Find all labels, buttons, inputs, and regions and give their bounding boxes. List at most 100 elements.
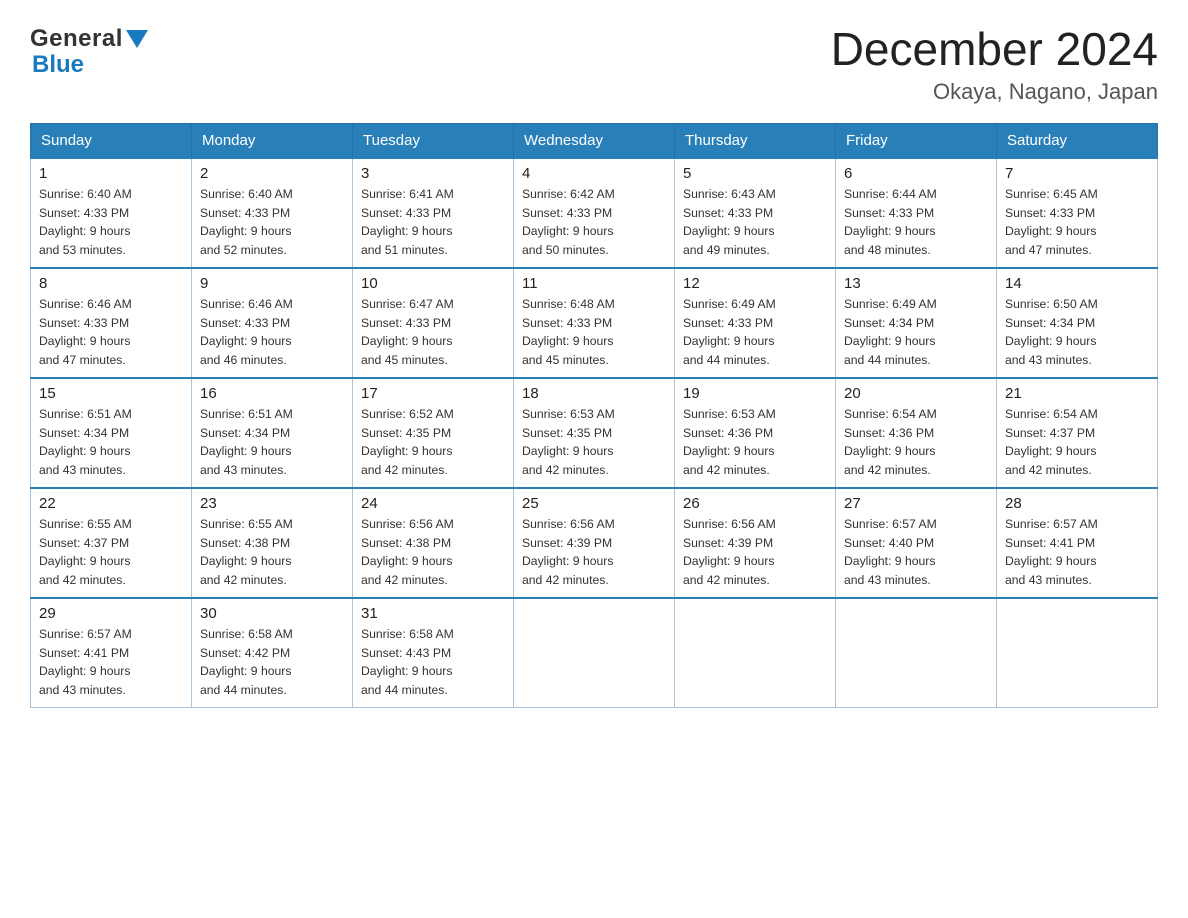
day-number: 12: [683, 275, 827, 292]
calendar-subtitle: Okaya, Nagano, Japan: [831, 79, 1158, 105]
table-row: 28Sunrise: 6:57 AMSunset: 4:41 PMDayligh…: [997, 488, 1158, 598]
day-info: Sunrise: 6:47 AMSunset: 4:33 PMDaylight:…: [361, 295, 505, 371]
day-number: 26: [683, 495, 827, 512]
day-info: Sunrise: 6:42 AMSunset: 4:33 PMDaylight:…: [522, 185, 666, 261]
day-info: Sunrise: 6:58 AMSunset: 4:43 PMDaylight:…: [361, 625, 505, 701]
day-info: Sunrise: 6:51 AMSunset: 4:34 PMDaylight:…: [200, 405, 344, 481]
calendar-body: 1 Sunrise: 6:40 AMSunset: 4:33 PMDaylight…: [31, 158, 1158, 708]
day-number: 3: [361, 165, 505, 182]
table-row: 2 Sunrise: 6:40 AMSunset: 4:33 PMDaylight…: [192, 158, 353, 268]
day-info: Sunrise: 6:46 AMSunset: 4:33 PMDaylight:…: [39, 295, 183, 371]
day-info: Sunrise: 6:51 AMSunset: 4:34 PMDaylight:…: [39, 405, 183, 481]
day-info: Sunrise: 6:58 AMSunset: 4:42 PMDaylight:…: [200, 625, 344, 701]
day-info: Sunrise: 6:40 AMSunset: 4:33 PMDaylight:…: [39, 185, 183, 261]
day-info: Sunrise: 6:57 AMSunset: 4:41 PMDaylight:…: [1005, 515, 1149, 591]
col-friday: Friday: [836, 123, 997, 158]
day-number: 23: [200, 495, 344, 512]
day-info: Sunrise: 6:48 AMSunset: 4:33 PMDaylight:…: [522, 295, 666, 371]
day-number: 17: [361, 385, 505, 402]
day-number: 5: [683, 165, 827, 182]
day-number: 18: [522, 385, 666, 402]
day-number: 13: [844, 275, 988, 292]
day-number: 22: [39, 495, 183, 512]
logo-triangle-icon: [126, 30, 148, 53]
table-row: 12Sunrise: 6:49 AMSunset: 4:33 PMDayligh…: [675, 268, 836, 378]
table-row: 3 Sunrise: 6:41 AMSunset: 4:33 PMDaylight…: [353, 158, 514, 268]
table-row: 30 Sunrise: 6:58 AMSunset: 4:42 PMDayligh…: [192, 598, 353, 708]
day-info: Sunrise: 6:55 AMSunset: 4:37 PMDaylight:…: [39, 515, 183, 591]
col-tuesday: Tuesday: [353, 123, 514, 158]
day-number: 29: [39, 605, 183, 622]
day-number: 9: [200, 275, 344, 292]
day-number: 21: [1005, 385, 1149, 402]
day-number: 14: [1005, 275, 1149, 292]
day-info: Sunrise: 6:54 AMSunset: 4:37 PMDaylight:…: [1005, 405, 1149, 481]
table-row: 26 Sunrise: 6:56 AMSunset: 4:39 PMDayligh…: [675, 488, 836, 598]
col-wednesday: Wednesday: [514, 123, 675, 158]
table-row: 5 Sunrise: 6:43 AMSunset: 4:33 PMDaylight…: [675, 158, 836, 268]
day-number: 2: [200, 165, 344, 182]
day-number: 1: [39, 165, 183, 182]
day-info: Sunrise: 6:57 AMSunset: 4:40 PMDaylight:…: [844, 515, 988, 591]
day-info: Sunrise: 6:52 AMSunset: 4:35 PMDaylight:…: [361, 405, 505, 481]
page-header: General Blue December 2024 Okaya, Nagano…: [30, 24, 1158, 105]
day-number: 20: [844, 385, 988, 402]
calendar-header: Sunday Monday Tuesday Wednesday Thursday…: [31, 123, 1158, 158]
day-info: Sunrise: 6:57 AMSunset: 4:41 PMDaylight:…: [39, 625, 183, 701]
day-number: 31: [361, 605, 505, 622]
day-info: Sunrise: 6:45 AMSunset: 4:33 PMDaylight:…: [1005, 185, 1149, 261]
day-number: 7: [1005, 165, 1149, 182]
day-number: 8: [39, 275, 183, 292]
table-row: 4Sunrise: 6:42 AMSunset: 4:33 PMDaylight…: [514, 158, 675, 268]
day-info: Sunrise: 6:56 AMSunset: 4:39 PMDaylight:…: [522, 515, 666, 591]
day-info: Sunrise: 6:43 AMSunset: 4:33 PMDaylight:…: [683, 185, 827, 261]
table-row: 6 Sunrise: 6:44 AMSunset: 4:33 PMDaylight…: [836, 158, 997, 268]
table-row: 29 Sunrise: 6:57 AMSunset: 4:41 PMDayligh…: [31, 598, 192, 708]
day-info: Sunrise: 6:56 AMSunset: 4:39 PMDaylight:…: [683, 515, 827, 591]
table-row: 13 Sunrise: 6:49 AMSunset: 4:34 PMDayligh…: [836, 268, 997, 378]
table-row: 14Sunrise: 6:50 AMSunset: 4:34 PMDayligh…: [997, 268, 1158, 378]
table-row: [836, 598, 997, 708]
table-row: 7 Sunrise: 6:45 AMSunset: 4:33 PMDaylight…: [997, 158, 1158, 268]
table-row: 31 Sunrise: 6:58 AMSunset: 4:43 PMDayligh…: [353, 598, 514, 708]
calendar-title: December 2024: [831, 24, 1158, 75]
table-row: 25 Sunrise: 6:56 AMSunset: 4:39 PMDayligh…: [514, 488, 675, 598]
day-number: 10: [361, 275, 505, 292]
day-info: Sunrise: 6:54 AMSunset: 4:36 PMDaylight:…: [844, 405, 988, 481]
day-info: Sunrise: 6:41 AMSunset: 4:33 PMDaylight:…: [361, 185, 505, 261]
logo-blue-text: Blue: [32, 51, 84, 79]
day-number: 30: [200, 605, 344, 622]
day-info: Sunrise: 6:53 AMSunset: 4:36 PMDaylight:…: [683, 405, 827, 481]
day-info: Sunrise: 6:46 AMSunset: 4:33 PMDaylight:…: [200, 295, 344, 371]
col-saturday: Saturday: [997, 123, 1158, 158]
table-row: [514, 598, 675, 708]
table-row: [675, 598, 836, 708]
logo: General Blue: [30, 24, 148, 79]
table-row: 18 Sunrise: 6:53 AMSunset: 4:35 PMDayligh…: [514, 378, 675, 488]
table-row: 19 Sunrise: 6:53 AMSunset: 4:36 PMDayligh…: [675, 378, 836, 488]
day-info: Sunrise: 6:40 AMSunset: 4:33 PMDaylight:…: [200, 185, 344, 261]
table-row: 11 Sunrise: 6:48 AMSunset: 4:33 PMDayligh…: [514, 268, 675, 378]
day-number: 6: [844, 165, 988, 182]
table-row: 27 Sunrise: 6:57 AMSunset: 4:40 PMDayligh…: [836, 488, 997, 598]
day-info: Sunrise: 6:55 AMSunset: 4:38 PMDaylight:…: [200, 515, 344, 591]
table-row: 24Sunrise: 6:56 AMSunset: 4:38 PMDayligh…: [353, 488, 514, 598]
table-row: 15 Sunrise: 6:51 AMSunset: 4:34 PMDayligh…: [31, 378, 192, 488]
table-row: 10 Sunrise: 6:47 AMSunset: 4:33 PMDayligh…: [353, 268, 514, 378]
day-info: Sunrise: 6:49 AMSunset: 4:34 PMDaylight:…: [844, 295, 988, 371]
day-number: 11: [522, 275, 666, 292]
day-number: 15: [39, 385, 183, 402]
calendar-title-area: December 2024 Okaya, Nagano, Japan: [831, 24, 1158, 105]
day-number: 27: [844, 495, 988, 512]
day-number: 19: [683, 385, 827, 402]
day-number: 16: [200, 385, 344, 402]
table-row: 22 Sunrise: 6:55 AMSunset: 4:37 PMDayligh…: [31, 488, 192, 598]
table-row: 23 Sunrise: 6:55 AMSunset: 4:38 PMDayligh…: [192, 488, 353, 598]
day-number: 24: [361, 495, 505, 512]
day-number: 25: [522, 495, 666, 512]
table-row: 9 Sunrise: 6:46 AMSunset: 4:33 PMDaylight…: [192, 268, 353, 378]
day-info: Sunrise: 6:53 AMSunset: 4:35 PMDaylight:…: [522, 405, 666, 481]
day-info: Sunrise: 6:44 AMSunset: 4:33 PMDaylight:…: [844, 185, 988, 261]
table-row: [997, 598, 1158, 708]
table-row: 20 Sunrise: 6:54 AMSunset: 4:36 PMDayligh…: [836, 378, 997, 488]
